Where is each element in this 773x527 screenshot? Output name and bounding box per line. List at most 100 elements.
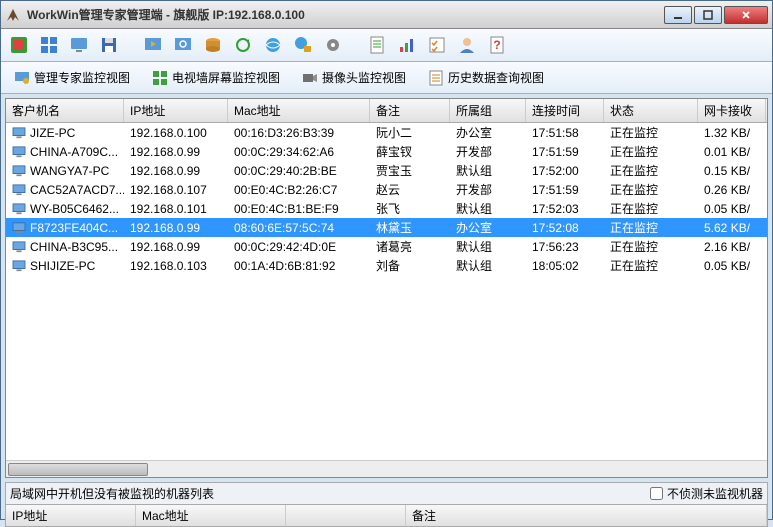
- cell: 2.16 KB/: [698, 240, 766, 254]
- col-mac[interactable]: Mac地址: [228, 99, 370, 122]
- cell: 00:0C:29:42:4D:0E: [228, 240, 370, 254]
- table-row[interactable]: F8723FE404C...192.168.0.9908:60:6E:57:5C…: [6, 218, 767, 237]
- tool-gear-icon[interactable]: [321, 33, 345, 57]
- cell: 默认组: [450, 238, 526, 255]
- table-row[interactable]: SHIJIZE-PC192.168.0.10300:1A:4D:6B:81:92…: [6, 256, 767, 275]
- tool-cycle-icon[interactable]: [231, 33, 255, 57]
- history-icon: [428, 70, 444, 86]
- title-bar: WorkWin管理专家管理端 - 旗舰版 IP:192.168.0.100: [1, 1, 772, 29]
- cell: 00:E0:4C:B2:26:C7: [228, 183, 370, 197]
- table-row[interactable]: WY-B05C6462...192.168.0.10100:E0:4C:B1:B…: [6, 199, 767, 218]
- tab-label: 摄像头监控视图: [322, 69, 406, 86]
- no-detect-checkbox[interactable]: 不侦测未监视机器: [650, 485, 763, 502]
- cell: 正在监控: [604, 200, 698, 217]
- tvwall-icon: [152, 70, 168, 86]
- bcol-ip[interactable]: IP地址: [6, 505, 136, 526]
- grid-header: 客户机名 IP地址 Mac地址 备注 所属组 连接时间 状态 网卡接收: [6, 99, 767, 123]
- bottom-title: 局域网中开机但没有被监视的机器列表: [10, 485, 650, 502]
- table-row[interactable]: WANGYA7-PC192.168.0.9900:0C:29:40:2B:BE贾…: [6, 161, 767, 180]
- cell: CHINA-B3C95...: [6, 240, 124, 254]
- cell: 1.32 KB/: [698, 126, 766, 140]
- cell: 17:51:58: [526, 126, 604, 140]
- maximize-button[interactable]: [694, 6, 722, 24]
- svg-text:?: ?: [493, 38, 500, 52]
- col-nic[interactable]: 网卡接收: [698, 99, 766, 122]
- cell: JIZE-PC: [6, 126, 124, 140]
- col-client-name[interactable]: 客户机名: [6, 99, 124, 122]
- tab-label: 电视墙屏幕监控视图: [172, 69, 280, 86]
- cell: 赵云: [370, 181, 450, 198]
- table-row[interactable]: CHINA-B3C95...192.168.0.9900:0C:29:42:4D…: [6, 237, 767, 256]
- scroll-thumb[interactable]: [8, 463, 148, 476]
- camera-icon: [302, 70, 318, 86]
- cell: SHIJIZE-PC: [6, 259, 124, 273]
- view-tabs: 管理专家监控视图 电视墙屏幕监控视图 摄像头监控视图 历史数据查询视图: [1, 62, 772, 94]
- tool-save-icon[interactable]: [97, 33, 121, 57]
- cell: 办公室: [450, 219, 526, 236]
- cell: 192.168.0.99: [124, 240, 228, 254]
- cell: 192.168.0.107: [124, 183, 228, 197]
- cell: 0.15 KB/: [698, 164, 766, 178]
- tab-tvwall[interactable]: 电视墙屏幕监控视图: [145, 66, 287, 89]
- cell: 17:56:23: [526, 240, 604, 254]
- cell: 办公室: [450, 124, 526, 141]
- tab-history[interactable]: 历史数据查询视图: [421, 66, 551, 89]
- tool-bars-icon[interactable]: [395, 33, 419, 57]
- bcol-mac[interactable]: Mac地址: [136, 505, 286, 526]
- tool-checklist-icon[interactable]: [425, 33, 449, 57]
- minimize-button[interactable]: [664, 6, 692, 24]
- tool-disk-icon[interactable]: [201, 33, 225, 57]
- cell: 192.168.0.100: [124, 126, 228, 140]
- cell: WANGYA7-PC: [6, 164, 124, 178]
- cell: 5.62 KB/: [698, 221, 766, 235]
- cell: 正在监控: [604, 143, 698, 160]
- tab-camera[interactable]: 摄像头监控视图: [295, 66, 413, 89]
- col-note[interactable]: 备注: [370, 99, 450, 122]
- bcol-note[interactable]: 备注: [406, 505, 767, 526]
- col-ip[interactable]: IP地址: [124, 99, 228, 122]
- cell: 192.168.0.101: [124, 202, 228, 216]
- cell: 0.26 KB/: [698, 183, 766, 197]
- cell: CHINA-A709C...: [6, 145, 124, 159]
- tool-monitor-search-icon[interactable]: [171, 33, 195, 57]
- cell: 张飞: [370, 200, 450, 217]
- bcol-blank[interactable]: [286, 505, 406, 526]
- table-row[interactable]: JIZE-PC192.168.0.10000:16:D3:26:B3:39阮小二…: [6, 123, 767, 142]
- cell: 17:51:59: [526, 145, 604, 159]
- cell: 薛宝钗: [370, 143, 450, 160]
- close-button[interactable]: [724, 6, 768, 24]
- cell: 开发部: [450, 181, 526, 198]
- table-row[interactable]: CAC52A7ACD7...192.168.0.10700:E0:4C:B2:2…: [6, 180, 767, 199]
- tool-doc-icon[interactable]: [365, 33, 389, 57]
- no-detect-input[interactable]: [650, 487, 663, 500]
- tool-globe-icon[interactable]: [261, 33, 285, 57]
- cell: 17:52:03: [526, 202, 604, 216]
- cell: 刘备: [370, 257, 450, 274]
- tool-monitor-play-icon[interactable]: [141, 33, 165, 57]
- app-icon: [5, 7, 21, 23]
- tool-help-icon[interactable]: ?: [485, 33, 509, 57]
- window-title: WorkWin管理专家管理端 - 旗舰版 IP:192.168.0.100: [27, 6, 664, 23]
- tool-globe-lock-icon[interactable]: [291, 33, 315, 57]
- col-group[interactable]: 所属组: [450, 99, 526, 122]
- col-status[interactable]: 状态: [604, 99, 698, 122]
- tool-screens-icon[interactable]: [37, 33, 61, 57]
- cell: 192.168.0.103: [124, 259, 228, 273]
- table-row[interactable]: CHINA-A709C...192.168.0.9900:0C:29:34:62…: [6, 142, 767, 161]
- tool-user-icon[interactable]: [455, 33, 479, 57]
- cell: 默认组: [450, 257, 526, 274]
- horizontal-scrollbar[interactable]: [6, 460, 767, 477]
- cell: 00:0C:29:40:2B:BE: [228, 164, 370, 178]
- cell: CAC52A7ACD7...: [6, 183, 124, 197]
- cell: 贾宝玉: [370, 162, 450, 179]
- col-time[interactable]: 连接时间: [526, 99, 604, 122]
- tab-label: 管理专家监控视图: [34, 69, 130, 86]
- cell: 正在监控: [604, 238, 698, 255]
- tool-config-icon[interactable]: [7, 33, 31, 57]
- cell: 正在监控: [604, 181, 698, 198]
- tab-expert-monitor[interactable]: 管理专家监控视图: [7, 66, 137, 89]
- cell: 192.168.0.99: [124, 164, 228, 178]
- cell: 正在监控: [604, 257, 698, 274]
- tool-desktop-icon[interactable]: [67, 33, 91, 57]
- checkbox-label: 不侦测未监视机器: [667, 485, 763, 502]
